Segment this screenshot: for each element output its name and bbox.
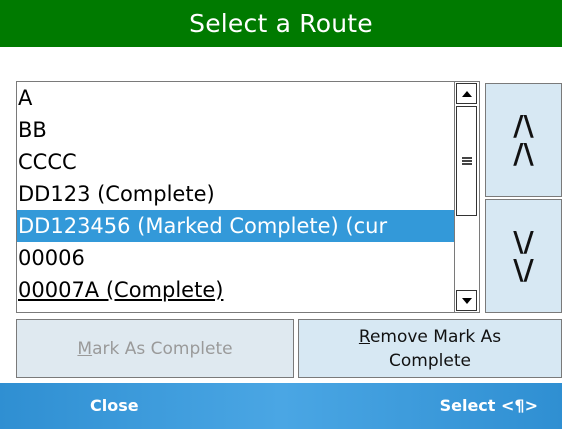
route-listbox[interactable]: A BB CCCC DD123 (Complete) DD123456 (Mar… <box>16 81 480 313</box>
select-softkey[interactable]: Select <¶> <box>440 383 538 429</box>
mark-complete-accesskey: M <box>77 338 93 359</box>
list-item[interactable]: BB <box>17 114 454 146</box>
list-item[interactable]: 00007A (Complete) <box>17 274 454 306</box>
scroll-up-arrow-icon[interactable] <box>456 83 477 104</box>
mark-complete-label: ark As Complete <box>92 338 233 359</box>
route-list-items: A BB CCCC DD123 (Complete) DD123456 (Mar… <box>17 82 454 312</box>
title-bar: Select a Route <box>0 0 562 47</box>
page-title: Select a Route <box>189 9 373 38</box>
route-select-screen: Select a Route A BB CCCC DD123 (Complete… <box>0 0 562 429</box>
list-item-selected[interactable]: DD123456 (Marked Complete) (cur <box>17 210 454 242</box>
list-item[interactable]: DD123 (Complete) <box>17 178 454 210</box>
page-up-button[interactable]: /\ /\ <box>485 83 562 197</box>
remove-mark-label-line2: Complete <box>389 350 471 371</box>
remove-mark-label-line1: emove Mark As <box>369 326 502 347</box>
remove-mark-accesskey: R <box>358 326 370 347</box>
scrollbar-thumb[interactable] <box>456 106 477 216</box>
scroll-down-arrow-icon[interactable] <box>456 290 477 311</box>
page-down-button[interactable]: \/ \/ <box>485 199 562 313</box>
list-item[interactable]: CCCC <box>17 146 454 178</box>
softkey-bar: Close Select <¶> <box>0 383 562 429</box>
remove-mark-as-complete-button[interactable]: Remove Mark As Complete <box>298 319 562 378</box>
grip-icon <box>461 157 472 165</box>
list-scrollbar[interactable] <box>454 82 479 312</box>
list-item[interactable]: 00006 <box>17 242 454 274</box>
close-softkey[interactable]: Close <box>90 383 139 429</box>
mark-as-complete-button[interactable]: Mark As Complete <box>16 319 294 378</box>
list-item[interactable]: A <box>17 82 454 114</box>
